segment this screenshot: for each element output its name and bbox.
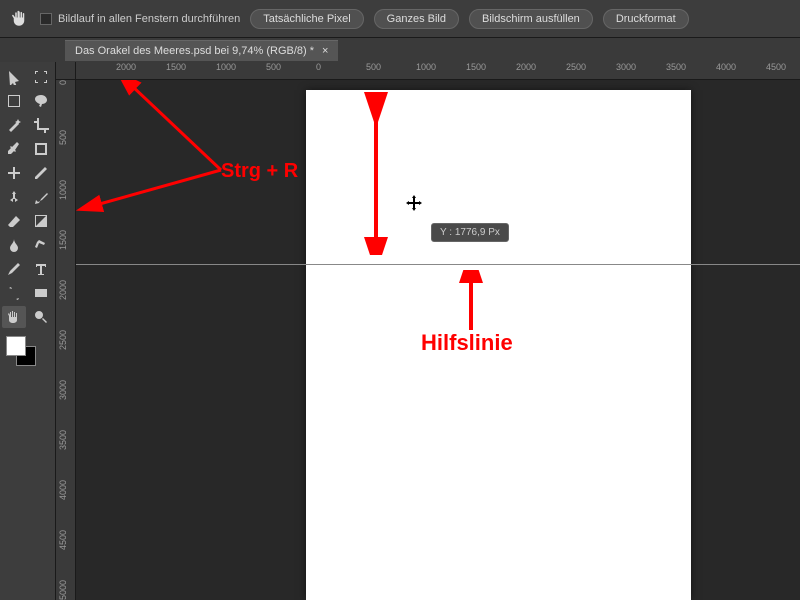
- hand-tool-icon[interactable]: [8, 8, 30, 30]
- ruler-h-tick: 2500: [566, 62, 586, 72]
- ruler-v-tick: 4000: [58, 480, 68, 500]
- ruler-v-tick: 1000: [58, 180, 68, 200]
- ruler-v-tick: 2500: [58, 330, 68, 350]
- annotation-guide-label: Hilfslinie: [421, 330, 513, 356]
- tab-title: Das Orakel des Meeres.psd bei 9,74% (RGB…: [75, 45, 314, 57]
- scroll-all-checkbox[interactable]: [40, 13, 52, 25]
- path-tool[interactable]: [2, 282, 26, 304]
- ruler-h-tick: 2000: [116, 62, 136, 72]
- tooltip-value: 1776,9 Px: [455, 227, 500, 238]
- history-tool[interactable]: [29, 186, 53, 208]
- shape-tool[interactable]: [29, 282, 53, 304]
- horizontal-ruler[interactable]: 0200015001000500050010001500200025003000…: [76, 62, 800, 80]
- fit-screen-button[interactable]: Ganzes Bild: [374, 9, 459, 29]
- ruler-h-tick: 4500: [766, 62, 786, 72]
- zoom-tool[interactable]: [29, 306, 53, 328]
- ruler-h-tick: 1500: [466, 62, 486, 72]
- position-tooltip: Y : 1776,9 Px: [431, 223, 509, 242]
- annotation-rulers-label: Strg + R: [221, 160, 298, 183]
- ruler-h-tick: 1000: [216, 62, 236, 72]
- scroll-all-checkbox-wrap[interactable]: Bildlauf in allen Fenstern durchführen: [40, 13, 240, 25]
- main-area: 0200015001000500050010001500200025003000…: [0, 62, 800, 600]
- tooltip-label: Y :: [440, 227, 452, 238]
- type-tool[interactable]: [29, 258, 53, 280]
- tab-close-icon[interactable]: ×: [322, 45, 328, 57]
- ruler-h-tick: 3000: [616, 62, 636, 72]
- ruler-v-tick: 1500: [58, 230, 68, 250]
- ruler-v-tick: 0: [58, 80, 68, 85]
- clone-tool[interactable]: [2, 186, 26, 208]
- healing-tool[interactable]: [2, 162, 26, 184]
- gradient-tool[interactable]: [29, 210, 53, 232]
- dodge-tool[interactable]: [29, 234, 53, 256]
- ruler-h-tick: 500: [266, 62, 281, 72]
- print-size-button[interactable]: Druckformat: [603, 9, 689, 29]
- vertical-ruler[interactable]: 0 500 1000 1500 2000 2500 3000 3500 4000 4500 5000: [56, 80, 76, 600]
- document-tab-bar: Das Orakel des Meeres.psd bei 9,74% (RGB…: [0, 38, 800, 62]
- foreground-swatch[interactable]: [6, 336, 26, 356]
- ruler-h-tick: 0: [316, 62, 321, 72]
- ruler-h-tick: 1000: [416, 62, 436, 72]
- ruler-v-tick: 3500: [58, 430, 68, 450]
- tools-panel: [0, 62, 56, 600]
- fill-screen-button[interactable]: Bildschirm ausfüllen: [469, 9, 593, 29]
- frame-tool[interactable]: [29, 138, 53, 160]
- ruler-v-tick: 5000: [58, 580, 68, 600]
- scroll-all-label: Bildlauf in allen Fenstern durchführen: [58, 13, 240, 25]
- ruler-h-tick: 4000: [716, 62, 736, 72]
- brush-tool[interactable]: [29, 162, 53, 184]
- marquee-tool[interactable]: [2, 90, 26, 112]
- ruler-v-tick: 4500: [58, 530, 68, 550]
- actual-pixels-button[interactable]: Tatsächliche Pixel: [250, 9, 363, 29]
- wand-tool[interactable]: [2, 114, 26, 136]
- crop-tool[interactable]: [29, 114, 53, 136]
- ruler-h-tick: 500: [366, 62, 381, 72]
- ruler-h-tick: 3500: [666, 62, 686, 72]
- ruler-corner[interactable]: [56, 62, 76, 80]
- color-swatches[interactable]: [2, 336, 53, 372]
- pen-tool[interactable]: [2, 258, 26, 280]
- move-tool[interactable]: [2, 66, 26, 88]
- ruler-v-tick: 500: [58, 130, 68, 145]
- canvas-viewport[interactable]: Y : 1776,9 Px Strg + R Hilfslinie: [76, 80, 800, 600]
- workspace: 0200015001000500050010001500200025003000…: [56, 62, 800, 600]
- ruler-h-tick: 1500: [166, 62, 186, 72]
- options-bar: Bildlauf in allen Fenstern durchführen T…: [0, 0, 800, 38]
- annotation-arrow-drag: [356, 80, 416, 255]
- ruler-v-tick: 3000: [58, 380, 68, 400]
- eyedropper-tool[interactable]: [2, 138, 26, 160]
- ruler-h-tick: 2000: [516, 62, 536, 72]
- artboard-tool[interactable]: [29, 66, 53, 88]
- eraser-tool[interactable]: [2, 210, 26, 232]
- ruler-v-tick: 2000: [58, 280, 68, 300]
- lasso-tool[interactable]: [29, 90, 53, 112]
- blur-tool[interactable]: [2, 234, 26, 256]
- hand-tool[interactable]: [2, 306, 26, 328]
- document-tab[interactable]: Das Orakel des Meeres.psd bei 9,74% (RGB…: [65, 40, 338, 61]
